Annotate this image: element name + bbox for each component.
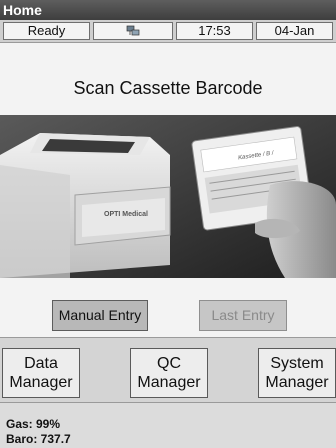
title-bar: Home: [0, 0, 336, 20]
brand-label: OPTI Medical: [104, 211, 148, 218]
scan-prompt: Scan Cassette Barcode: [73, 78, 263, 98]
instrument-photo: OPTI Medical Kassette / B /: [0, 115, 336, 278]
last-entry-button[interactable]: Last Entry: [199, 300, 287, 331]
network-icon: [126, 25, 140, 36]
data-manager-label-line1: Data: [24, 355, 58, 372]
qc-manager-button[interactable]: QC Manager: [130, 348, 208, 398]
data-manager-button[interactable]: Data Manager: [2, 348, 80, 398]
manual-entry-button[interactable]: Manual Entry: [52, 300, 148, 331]
status-bar: Ready 17:53 04-Jan: [0, 20, 336, 43]
window-title: Home: [3, 2, 42, 18]
qc-manager-label-line1: QC: [157, 355, 181, 372]
main-panel: Scan Cassette Barcode OPTI Medical Kasse…: [0, 43, 336, 337]
system-manager-label-line1: System: [270, 355, 324, 372]
system-manager-button[interactable]: System Manager: [258, 348, 336, 398]
analyzer-illustration: [0, 115, 336, 278]
status-ready: Ready: [3, 22, 90, 40]
main-navigation: Data Manager QC Manager System Manager: [0, 337, 336, 403]
network-status: [93, 22, 173, 40]
clock-time: 17:53: [176, 22, 253, 40]
sensor-readings: Gas: 99% Baro: 737.7: [0, 403, 336, 448]
system-manager-label-line2: Manager: [265, 374, 329, 391]
gas-reading: Gas: 99%: [6, 417, 61, 431]
data-manager-label-line2: Manager: [9, 374, 73, 391]
qc-manager-label-line2: Manager: [137, 374, 201, 391]
baro-reading: Baro: 737.7: [6, 432, 71, 446]
clock-date: 04-Jan: [256, 22, 333, 40]
